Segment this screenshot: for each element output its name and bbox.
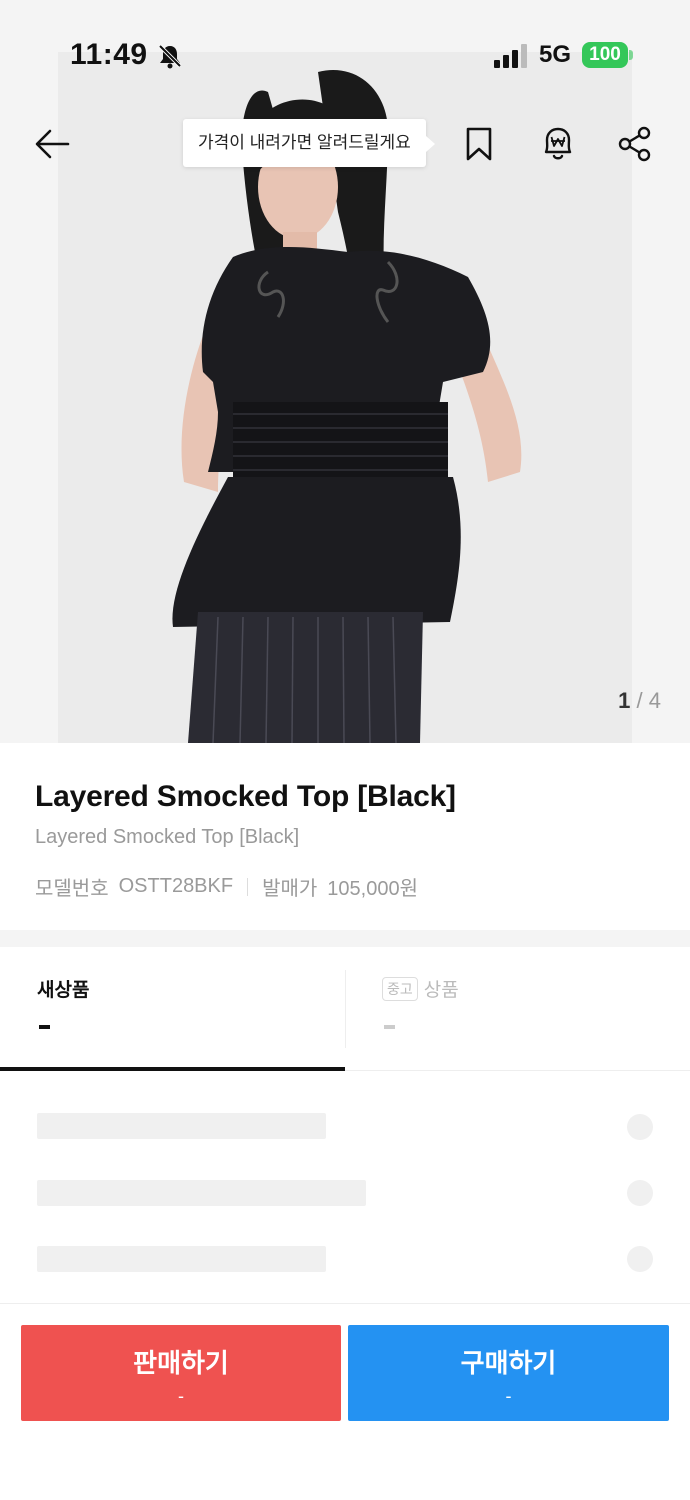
- section-divider: [0, 930, 690, 947]
- bell-slash-icon: [156, 42, 184, 70]
- pager-current: 1: [618, 688, 631, 713]
- price-alert-tooltip: 가격이 내려가면 알려드릴게요: [183, 119, 435, 167]
- sell-button-price: -: [178, 1386, 184, 1406]
- skeleton-row: [37, 1113, 326, 1139]
- buy-button-label: 구매하기: [460, 1348, 557, 1378]
- gallery-pager: 1 / 4: [618, 688, 661, 714]
- back-button[interactable]: [28, 120, 76, 168]
- tab-used-value: [384, 1025, 395, 1029]
- battery-tip: [629, 50, 633, 60]
- tab-new-product[interactable]: 새상품: [0, 947, 345, 1071]
- tab-used-product[interactable]: 중고 상품: [345, 970, 690, 1048]
- pager-total: 4: [648, 688, 661, 713]
- share-button[interactable]: [611, 120, 659, 168]
- product-gallery[interactable]: [0, 0, 690, 743]
- used-badge: 중고: [382, 976, 418, 1001]
- skeleton-dot: [627, 1246, 653, 1272]
- pager-separator: /: [636, 688, 643, 713]
- model-number-value: OSTT28BKF: [118, 875, 234, 897]
- bottom-bar-divider: [0, 1303, 690, 1304]
- tab-used-label-wrap: 중고 상품: [382, 975, 459, 1002]
- status-bar: 11:49 5G 100: [0, 0, 690, 110]
- bookmark-icon: [466, 127, 492, 161]
- status-time: 11:49: [70, 38, 148, 71]
- buy-button-price: -: [505, 1386, 512, 1406]
- tab-used-label: 상품: [423, 980, 459, 1001]
- skeleton-row: [37, 1180, 366, 1206]
- tab-new-label: 새상품: [37, 980, 90, 1001]
- meta-divider: [247, 877, 249, 896]
- bookmark-button[interactable]: [455, 120, 503, 168]
- skeleton-dot: [627, 1180, 653, 1206]
- tab-active-indicator: [0, 1067, 345, 1071]
- network-label: 5G: [539, 41, 572, 68]
- product-title: Layered Smocked Top [Black]: [35, 780, 456, 813]
- price-alert-button[interactable]: [534, 120, 582, 168]
- skeleton-row: [37, 1246, 326, 1272]
- model-number-label: 모델번호: [35, 878, 109, 900]
- price-alert-icon: [544, 127, 572, 160]
- sell-button[interactable]: 판매하기 -: [21, 1325, 341, 1421]
- buy-button[interactable]: 구매하기 -: [348, 1325, 669, 1421]
- battery-indicator: 100: [582, 42, 628, 68]
- tab-new-value: [39, 1025, 50, 1029]
- skeleton-dot: [627, 1114, 653, 1140]
- release-price-label: 발매가: [262, 878, 318, 900]
- product-subtitle: Layered Smocked Top [Black]: [35, 826, 300, 848]
- product-meta: 모델번호 OSTT28BKF 발매가 105,000원: [35, 872, 418, 901]
- back-arrow-icon: [35, 129, 70, 159]
- release-price-value: 105,000원: [327, 878, 418, 900]
- sell-button-label: 판매하기: [133, 1348, 229, 1378]
- share-icon: [618, 126, 651, 162]
- signal-icon: [494, 44, 528, 68]
